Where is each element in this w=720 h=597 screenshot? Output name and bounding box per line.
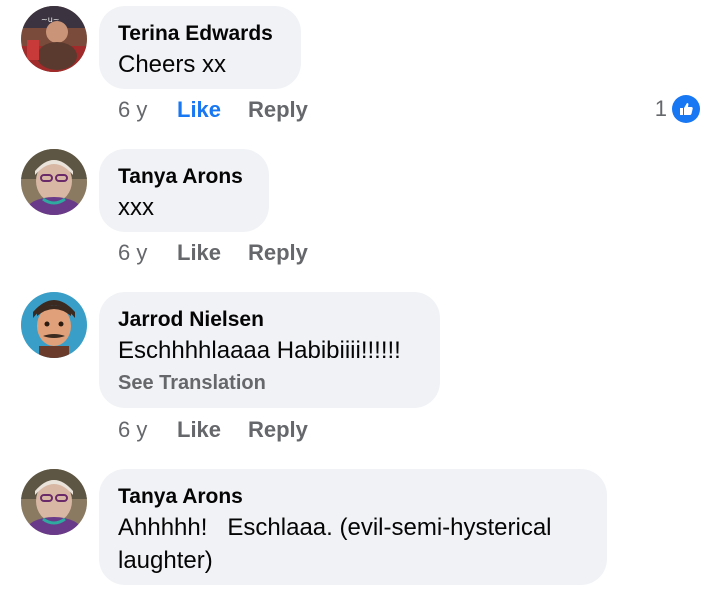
svg-text:~u~: ~u~ [41,15,59,24]
avatar-photo [21,469,87,535]
comment-actions: 6 y Like Reply [118,96,308,124]
comment-author[interactable]: Terina Edwards [118,20,281,48]
comment-author[interactable]: Tanya Arons [118,483,587,511]
avatar-photo [21,149,87,215]
avatar[interactable]: ~u~ [21,6,87,72]
comment-timestamp[interactable]: 6 y [118,96,177,124]
reaction-summary[interactable]: 1 [655,95,700,123]
avatar-photo [21,292,87,358]
comment-text: Ahhhhh! Eschlaaa. (evil-semi-hysterical … [118,514,559,574]
avatar[interactable] [21,292,87,358]
comment-bubble: Tanya Arons xxx [99,149,269,232]
comment-actions: 6 y Like Reply [118,239,308,267]
reaction-count: 1 [654,96,667,121]
comment-text: Cheers xx [118,51,227,78]
comment-author[interactable]: Jarrod Nielsen [118,306,420,334]
comment-bubble: Jarrod Nielsen Eschhhhlaaaa Habibiiii!!!… [99,292,440,408]
reply-button[interactable]: Reply [248,239,308,267]
reply-button[interactable]: Reply [248,416,308,444]
see-translation-link[interactable]: See Translation [118,369,420,397]
comment-timestamp[interactable]: 6 y [118,239,177,267]
reply-button[interactable]: Reply [248,96,308,124]
avatar[interactable] [21,469,87,535]
comment-bubble: Terina Edwards Cheers xx [99,6,301,89]
like-button[interactable]: Like [177,239,248,267]
avatar-photo: ~u~ [21,6,87,72]
comment-bubble: Tanya Arons Ahhhhh! Eschlaaa. (evil-semi… [99,469,607,585]
like-button[interactable]: Like [177,416,248,444]
comment-actions: 6 y Like Reply [118,416,308,444]
thumbs-up-icon [672,95,700,123]
like-button[interactable]: Like [177,96,248,124]
comment-timestamp[interactable]: 6 y [118,416,177,444]
comment-author[interactable]: Tanya Arons [118,163,249,191]
comment-text: xxx [118,194,154,221]
avatar[interactable] [21,149,87,215]
comment-text: Eschhhhlaaaa Habibiiii!!!!!! [118,337,401,364]
